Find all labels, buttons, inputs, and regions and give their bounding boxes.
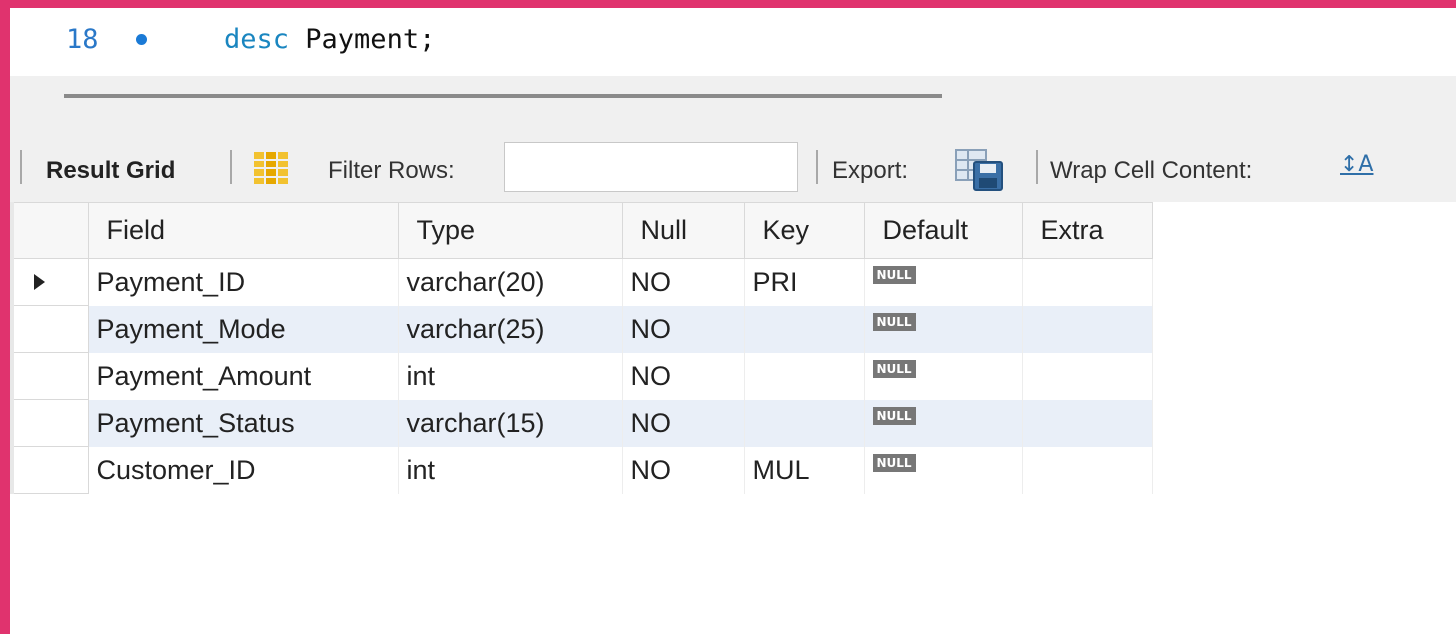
cell-extra[interactable]	[1022, 305, 1153, 353]
cell-extra[interactable]	[1022, 446, 1153, 494]
cell-type[interactable]: varchar(15)	[398, 399, 623, 447]
cell-field[interactable]: Payment_Status	[88, 399, 399, 447]
row-header[interactable]	[14, 399, 89, 447]
toolbar-separator	[1036, 150, 1038, 184]
cell-null[interactable]: NO	[622, 446, 745, 494]
wrap-cell-content-icon[interactable]: ↕A	[1340, 152, 1373, 177]
cell-null[interactable]: NO	[622, 352, 745, 400]
cell-field[interactable]: Payment_Mode	[88, 305, 399, 353]
filter-rows-input[interactable]	[504, 142, 798, 192]
wrap-cell-content-label: Wrap Cell Content:	[1050, 157, 1253, 184]
result-table: Field Type Null Key Default Extra Paymen…	[14, 202, 1153, 494]
header-row: Field Type Null Key Default Extra	[14, 202, 1153, 259]
cell-field[interactable]: Payment_Amount	[88, 352, 399, 400]
cell-key[interactable]	[744, 305, 865, 353]
table-row[interactable]: Payment_ID varchar(20) NO PRI NULL	[14, 258, 1153, 306]
null-badge: NULL	[872, 265, 916, 284]
result-grid: Field Type Null Key Default Extra Paymen…	[10, 202, 1456, 634]
cell-type[interactable]: varchar(20)	[398, 258, 623, 306]
sql-editor-line[interactable]: 18 desc Payment;	[10, 8, 1456, 76]
row-header-corner	[14, 202, 89, 259]
row-header[interactable]	[14, 446, 89, 494]
sql-statement[interactable]: desc Payment;	[224, 24, 435, 55]
cell-type[interactable]: varchar(25)	[398, 305, 623, 353]
cell-field[interactable]: Customer_ID	[88, 446, 399, 494]
toolbar-separator	[230, 150, 232, 184]
null-badge: NULL	[872, 453, 916, 472]
column-header[interactable]: Field	[88, 202, 399, 259]
form-editor-icon[interactable]	[254, 152, 288, 184]
cell-default[interactable]: NULL	[864, 305, 1023, 353]
sql-statement-rest: Payment;	[289, 24, 436, 55]
column-header[interactable]: Key	[744, 202, 865, 259]
row-header[interactable]	[14, 305, 89, 353]
cell-field[interactable]: Payment_ID	[88, 258, 399, 306]
toolbar-separator	[20, 150, 22, 184]
column-header[interactable]: Default	[864, 202, 1023, 259]
toolbar-separator	[816, 150, 818, 184]
cell-extra[interactable]	[1022, 399, 1153, 447]
cell-extra[interactable]	[1022, 258, 1153, 306]
result-grid-tab[interactable]: Result Grid	[46, 157, 175, 185]
export-label: Export:	[832, 157, 909, 184]
cell-null[interactable]: NO	[622, 258, 745, 306]
filter-rows-label: Filter Rows:	[328, 157, 455, 184]
column-header[interactable]: Type	[398, 202, 623, 259]
cell-null[interactable]: NO	[622, 399, 745, 447]
null-badge: NULL	[872, 312, 916, 331]
export-icon[interactable]	[954, 148, 1010, 192]
row-header[interactable]	[14, 352, 89, 400]
row-header[interactable]	[14, 258, 89, 306]
cell-key[interactable]	[744, 399, 865, 447]
cell-key[interactable]	[744, 352, 865, 400]
cell-extra[interactable]	[1022, 352, 1153, 400]
editor-scrollbar[interactable]	[64, 94, 942, 98]
cell-key[interactable]: MUL	[744, 446, 865, 494]
line-number: 18	[66, 24, 99, 55]
current-row-icon	[34, 274, 45, 290]
sql-keyword: desc	[224, 24, 290, 55]
column-header[interactable]: Null	[622, 202, 745, 259]
table-row[interactable]: Payment_Status varchar(15) NO NULL	[14, 399, 1153, 447]
cell-type[interactable]: int	[398, 352, 623, 400]
table-row[interactable]: Customer_ID int NO MUL NULL	[14, 446, 1153, 494]
cell-default[interactable]: NULL	[864, 352, 1023, 400]
cell-key[interactable]: PRI	[744, 258, 865, 306]
workbench-frame: 18 desc Payment; Result Grid Filter Rows…	[10, 8, 1456, 634]
null-badge: NULL	[872, 359, 916, 378]
null-badge: NULL	[872, 406, 916, 425]
cell-null[interactable]: NO	[622, 305, 745, 353]
panel-splitter[interactable]	[10, 76, 1456, 138]
cell-default[interactable]: NULL	[864, 446, 1023, 494]
table-row[interactable]: Payment_Mode varchar(25) NO NULL	[14, 305, 1153, 353]
column-header[interactable]: Extra	[1022, 202, 1153, 259]
result-toolbar: Result Grid Filter Rows: Export: Wrap Ce…	[10, 138, 1456, 202]
statement-marker-icon	[136, 34, 147, 45]
cell-type[interactable]: int	[398, 446, 623, 494]
cell-default[interactable]: NULL	[864, 399, 1023, 447]
table-row[interactable]: Payment_Amount int NO NULL	[14, 352, 1153, 400]
cell-default[interactable]: NULL	[864, 258, 1023, 306]
